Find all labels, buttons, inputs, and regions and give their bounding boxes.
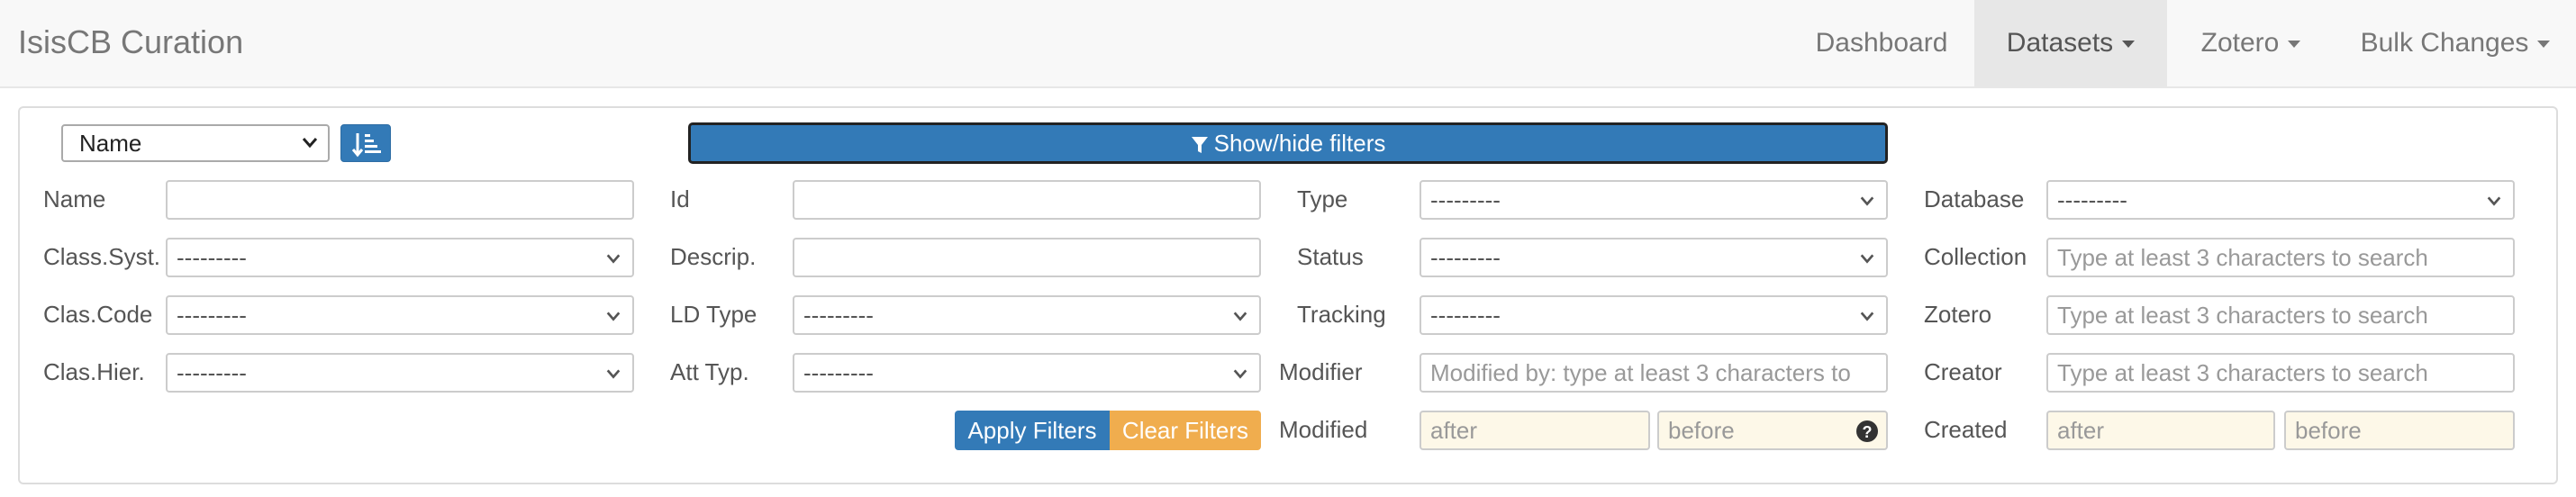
sort-select[interactable]: Name bbox=[61, 124, 330, 162]
created-after-placeholder: after bbox=[2057, 417, 2105, 444]
collection-placeholder: Type at least 3 characters to search bbox=[2057, 244, 2428, 271]
chevron-down-icon bbox=[606, 312, 621, 321]
chevron-down-icon bbox=[1860, 196, 1874, 206]
filter-icon bbox=[1191, 137, 1208, 154]
creator-label: Creator bbox=[1924, 358, 2002, 385]
chevron-down-icon bbox=[606, 254, 621, 264]
id-label: Id bbox=[670, 185, 690, 212]
created-before-input[interactable]: before bbox=[2284, 411, 2515, 450]
caret-down-icon bbox=[2288, 41, 2301, 49]
clas-code-value: --------- bbox=[177, 302, 247, 329]
created-label: Created bbox=[1924, 416, 2008, 443]
modified-label: Modified bbox=[1279, 416, 1368, 443]
modified-after-input[interactable]: after bbox=[1420, 411, 1650, 450]
status-label: Status bbox=[1297, 243, 1364, 270]
chevron-down-icon bbox=[302, 138, 318, 149]
descrip-label: Descrip. bbox=[670, 243, 757, 270]
chevron-down-icon bbox=[2487, 196, 2501, 206]
class-syst-value: --------- bbox=[177, 244, 247, 271]
type-label: Type bbox=[1297, 185, 1348, 212]
created-before-placeholder: before bbox=[2295, 417, 2362, 444]
modified-after-placeholder: after bbox=[1430, 417, 1478, 444]
nav-datasets-label: Datasets bbox=[2006, 28, 2114, 58]
clas-hier-select[interactable]: --------- bbox=[166, 353, 634, 393]
svg-text:?: ? bbox=[1863, 423, 1873, 441]
modified-before-placeholder: before bbox=[1668, 417, 1735, 444]
clas-code-select[interactable]: --------- bbox=[166, 295, 634, 335]
zotero-input[interactable]: Type at least 3 characters to search bbox=[2046, 295, 2515, 335]
zotero-label: Zotero bbox=[1924, 301, 1992, 328]
database-label: Database bbox=[1924, 185, 2025, 212]
nav-zotero-label: Zotero bbox=[2200, 28, 2280, 58]
status-select[interactable]: --------- bbox=[1420, 238, 1888, 277]
creator-input[interactable]: Type at least 3 characters to search bbox=[2046, 353, 2515, 393]
created-after-input[interactable]: after bbox=[2046, 411, 2275, 450]
show-hide-filters-label: Show/hide filters bbox=[1213, 130, 1386, 157]
question-circle-icon[interactable]: ? bbox=[1855, 420, 1879, 443]
show-hide-filters-button[interactable]: Show/hide filters bbox=[688, 122, 1888, 164]
sort-amount-icon bbox=[351, 133, 381, 158]
creator-placeholder: Type at least 3 characters to search bbox=[2057, 359, 2428, 386]
navbar: IsisCB Curation Dashboard Datasets Zoter… bbox=[0, 0, 2576, 88]
tracking-select[interactable]: --------- bbox=[1420, 295, 1888, 335]
status-value: --------- bbox=[1430, 244, 1501, 271]
ld-type-select[interactable]: --------- bbox=[793, 295, 1261, 335]
apply-filters-button[interactable]: Apply Filters bbox=[955, 411, 1110, 450]
type-select[interactable]: --------- bbox=[1420, 180, 1888, 220]
modifier-placeholder: Modified by: type at least 3 characters … bbox=[1430, 359, 1851, 386]
chevron-down-icon bbox=[1233, 312, 1247, 321]
nav-dashboard[interactable]: Dashboard bbox=[1789, 0, 1974, 86]
att-typ-select[interactable]: --------- bbox=[793, 353, 1261, 393]
modified-before-input[interactable]: before ? bbox=[1657, 411, 1888, 450]
id-input[interactable] bbox=[793, 180, 1261, 220]
chevron-down-icon bbox=[606, 369, 621, 379]
database-select[interactable]: --------- bbox=[2046, 180, 2515, 220]
nav-dashboard-label: Dashboard bbox=[1815, 28, 1948, 58]
ld-type-value: --------- bbox=[803, 302, 874, 329]
att-typ-value: --------- bbox=[803, 359, 874, 386]
tracking-label: Tracking bbox=[1297, 301, 1386, 328]
chevron-down-icon bbox=[1860, 312, 1874, 321]
caret-down-icon bbox=[2122, 41, 2136, 49]
zotero-placeholder: Type at least 3 characters to search bbox=[2057, 302, 2428, 329]
nav-zotero-dropdown[interactable]: Zotero bbox=[2167, 0, 2335, 86]
caret-down-icon bbox=[2537, 41, 2551, 49]
database-value: --------- bbox=[2057, 186, 2127, 213]
name-input[interactable] bbox=[166, 180, 634, 220]
chevron-down-icon bbox=[1860, 254, 1874, 264]
clas-hier-label: Clas.Hier. bbox=[43, 358, 145, 385]
descrip-input[interactable] bbox=[793, 238, 1261, 277]
clear-filters-button[interactable]: Clear Filters bbox=[1110, 411, 1261, 450]
modifier-input[interactable]: Modified by: type at least 3 characters … bbox=[1420, 353, 1888, 393]
collection-label: Collection bbox=[1924, 243, 2027, 270]
att-typ-label: Att Typ. bbox=[670, 358, 749, 385]
nav-bulk-changes-dropdown[interactable]: Bulk Changes bbox=[2335, 0, 2576, 86]
nav-datasets-dropdown[interactable]: Datasets bbox=[1974, 0, 2167, 86]
class-syst-label: Class.Syst. bbox=[43, 243, 161, 270]
chevron-down-icon bbox=[1233, 369, 1247, 379]
name-label: Name bbox=[43, 185, 106, 212]
clas-hier-value: --------- bbox=[177, 359, 247, 386]
collection-input[interactable]: Type at least 3 characters to search bbox=[2046, 238, 2515, 277]
brand-title[interactable]: IsisCB Curation bbox=[18, 23, 243, 61]
clas-code-label: Clas.Code bbox=[43, 301, 153, 328]
ld-type-label: LD Type bbox=[670, 301, 757, 328]
sort-order-button[interactable] bbox=[340, 124, 391, 162]
sort-select-value: Name bbox=[79, 130, 142, 157]
modifier-label: Modifier bbox=[1279, 358, 1363, 385]
nav-bulk-changes-label: Bulk Changes bbox=[2360, 28, 2529, 58]
tracking-value: --------- bbox=[1430, 302, 1501, 329]
class-syst-select[interactable]: --------- bbox=[166, 238, 634, 277]
type-value: --------- bbox=[1430, 186, 1501, 213]
